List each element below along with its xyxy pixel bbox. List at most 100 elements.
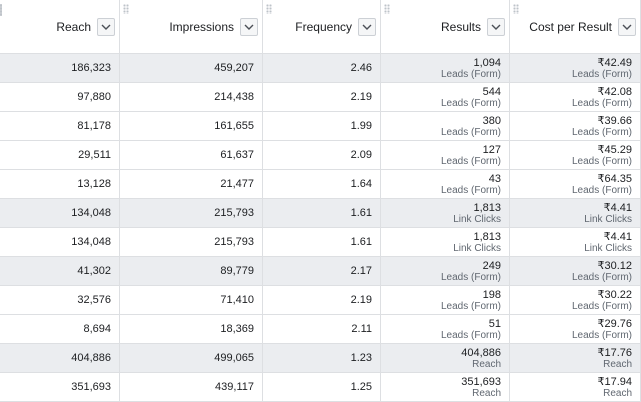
cell-cost-per-result: ₹30.12 Leads (Form) xyxy=(510,257,641,286)
cell-result-type: Leads (Form) xyxy=(440,68,501,80)
cell-value: 161,655 xyxy=(214,120,254,132)
cell-impressions: 214,438 xyxy=(120,83,263,112)
cell-value: 2.09 xyxy=(350,149,372,161)
drag-handle-icon[interactable] xyxy=(0,4,2,16)
cell-impressions: 439,117 xyxy=(120,373,263,402)
column-header-label: Frequency xyxy=(295,19,352,34)
drag-handle-icon[interactable] xyxy=(266,4,272,14)
cell-value: 29,511 xyxy=(78,149,111,161)
cell-impressions: 459,207 xyxy=(120,54,263,83)
cell-reach: 81,178 xyxy=(0,112,120,141)
cell-result-type: Reach xyxy=(603,358,632,370)
cell-result-type: Reach xyxy=(603,387,632,399)
cell-value: 1.25 xyxy=(350,381,372,393)
cell-result-type: Leads (Form) xyxy=(571,300,632,312)
cell-results: 544 Leads (Form) xyxy=(381,83,510,112)
cell-value: ₹64.35 xyxy=(597,172,632,185)
cell-value: 2.19 xyxy=(350,91,372,103)
cell-result-type: Leads (Form) xyxy=(571,126,632,138)
cell-result-type: Leads (Form) xyxy=(440,184,501,196)
column-header-frequency[interactable]: Frequency xyxy=(263,0,381,54)
cell-results: 380 Leads (Form) xyxy=(381,112,510,141)
cell-result-type: Leads (Form) xyxy=(571,97,632,109)
cell-results: 351,693 Reach xyxy=(381,373,510,402)
cell-value: 43 xyxy=(488,172,501,185)
cell-result-type: Link Clicks xyxy=(453,242,501,254)
chevron-down-icon[interactable] xyxy=(618,17,636,36)
cell-reach: 134,048 xyxy=(0,228,120,257)
cell-value: 61,637 xyxy=(220,149,254,161)
cell-value: 404,886 xyxy=(461,346,501,359)
cell-result-type: Link Clicks xyxy=(453,213,501,225)
cell-value: 380 xyxy=(482,114,501,127)
cell-result-type: Link Clicks xyxy=(584,213,632,225)
cell-result-type: Leads (Form) xyxy=(571,271,632,283)
cell-result-type: Leads (Form) xyxy=(571,68,632,80)
cell-value: ₹17.94 xyxy=(597,375,632,388)
column-header-reach[interactable]: Reach xyxy=(0,0,120,54)
cell-reach: 186,323 xyxy=(0,54,120,83)
cell-frequency: 1.25 xyxy=(263,373,381,402)
drag-handle-icon[interactable] xyxy=(384,4,390,14)
cell-impressions: 215,793 xyxy=(120,199,263,228)
cell-value: 134,048 xyxy=(71,236,111,248)
column-header-label: Reach xyxy=(56,19,91,34)
column-header-results[interactable]: Results xyxy=(381,0,510,54)
column-header-impressions[interactable]: Impressions xyxy=(120,0,263,54)
ads-report-table: Reach Impressions Frequency Results Cost… xyxy=(0,0,641,402)
cell-cost-per-result: ₹4.41 Link Clicks xyxy=(510,199,641,228)
chevron-down-icon[interactable] xyxy=(358,17,376,36)
cell-results: 51 Leads (Form) xyxy=(381,315,510,344)
cell-value: 499,065 xyxy=(214,352,254,364)
cell-result-type: Leads (Form) xyxy=(571,329,632,341)
chevron-down-icon[interactable] xyxy=(97,17,115,36)
cell-cost-per-result: ₹30.22 Leads (Form) xyxy=(510,286,641,315)
cell-result-type: Leads (Form) xyxy=(440,300,501,312)
cell-value: ₹17.76 xyxy=(597,346,632,359)
column-header-cost-per-result[interactable]: Cost per Result xyxy=(510,0,641,54)
cell-reach: 29,511 xyxy=(0,141,120,170)
cell-value: 1.61 xyxy=(350,207,372,219)
cell-value: 89,779 xyxy=(220,265,254,277)
cell-value: 351,693 xyxy=(461,375,501,388)
cell-value: 215,793 xyxy=(214,207,254,219)
chevron-down-icon[interactable] xyxy=(487,17,505,36)
cell-results: 198 Leads (Form) xyxy=(381,286,510,315)
cell-value: 41,302 xyxy=(77,265,111,277)
column-header-label: Impressions xyxy=(169,19,234,34)
cell-result-type: Leads (Form) xyxy=(440,155,501,167)
cell-results: 1,094 Leads (Form) xyxy=(381,54,510,83)
cell-value: 1,094 xyxy=(473,56,501,69)
cell-value: 13,128 xyxy=(77,178,111,190)
cell-value: 134,048 xyxy=(71,207,111,219)
cell-result-type: Leads (Form) xyxy=(571,184,632,196)
cell-cost-per-result: ₹29.76 Leads (Form) xyxy=(510,315,641,344)
cell-cost-per-result: ₹4.41 Link Clicks xyxy=(510,228,641,257)
cell-value: 1.64 xyxy=(350,178,372,190)
cell-value: 21,477 xyxy=(220,178,254,190)
cell-results: 1,813 Link Clicks xyxy=(381,228,510,257)
cell-reach: 404,886 xyxy=(0,344,120,373)
cell-value: 186,323 xyxy=(71,62,111,74)
cell-result-type: Reach xyxy=(472,387,501,399)
cell-results: 404,886 Reach xyxy=(381,344,510,373)
cell-value: 71,410 xyxy=(220,294,254,306)
cell-result-type: Leads (Form) xyxy=(571,155,632,167)
cell-value: 351,693 xyxy=(71,381,111,393)
cell-results: 249 Leads (Form) xyxy=(381,257,510,286)
cell-value: 2.19 xyxy=(350,294,372,306)
chevron-down-icon[interactable] xyxy=(240,17,258,36)
cell-value: 32,576 xyxy=(77,294,111,306)
cell-frequency: 2.46 xyxy=(263,54,381,83)
cell-cost-per-result: ₹17.94 Reach xyxy=(510,373,641,402)
cell-value: 1,813 xyxy=(473,201,501,214)
cell-result-type: Leads (Form) xyxy=(440,329,501,341)
cell-reach: 134,048 xyxy=(0,199,120,228)
drag-handle-icon[interactable] xyxy=(123,4,129,14)
drag-handle-icon[interactable] xyxy=(513,4,519,14)
cell-frequency: 1.61 xyxy=(263,228,381,257)
cell-impressions: 215,793 xyxy=(120,228,263,257)
cell-value: 1.61 xyxy=(350,236,372,248)
cell-result-type: Leads (Form) xyxy=(440,126,501,138)
cell-results: 1,813 Link Clicks xyxy=(381,199,510,228)
